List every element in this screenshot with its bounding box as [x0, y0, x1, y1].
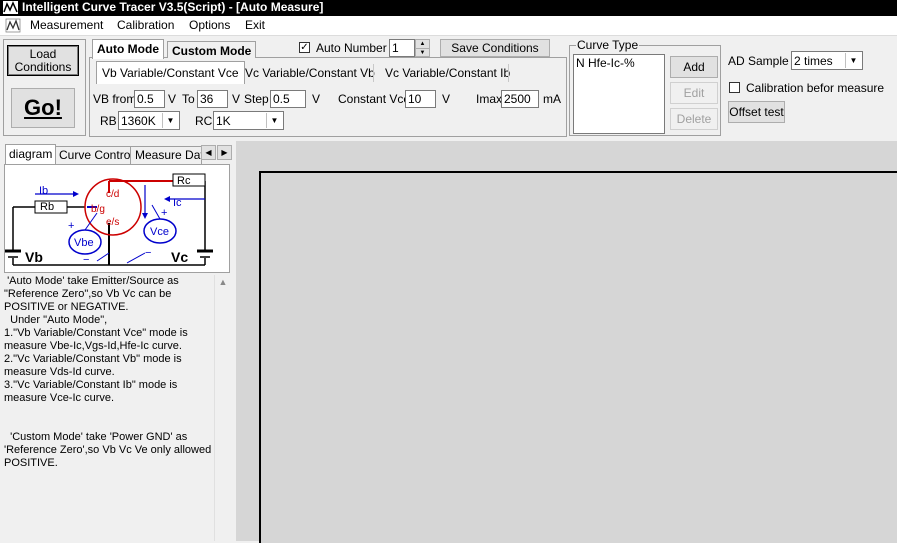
rc-label: RC [195, 114, 213, 128]
chevron-down-icon[interactable]: ▼ [845, 53, 861, 68]
mdi-child-icon[interactable] [5, 18, 21, 33]
auto-number-label: Auto Number [316, 41, 387, 55]
imax-unit: mA [543, 92, 561, 106]
tab-scroll-left-icon[interactable]: ◀ [201, 145, 216, 160]
calibration-checkbox[interactable] [729, 82, 740, 93]
auto-number-checkbox[interactable]: ✓ [299, 42, 310, 53]
tab-divider [373, 64, 374, 82]
diagram-bg-label: b/g [91, 204, 105, 215]
chevron-down-icon[interactable]: ▼ [162, 113, 178, 128]
menu-bar: Measurement Calibration Options Exit [0, 16, 897, 36]
diagram-minus-2: − [145, 247, 152, 259]
diagram-plus-2: + [161, 207, 168, 219]
rc-select[interactable]: 1K ▼ [213, 111, 284, 130]
constant-vce-label: Constant Vce [338, 92, 411, 106]
to-input[interactable]: 36 [197, 90, 228, 108]
auto-number-input[interactable]: 1 [389, 39, 415, 57]
window-title: Intelligent Curve Tracer V3.5(Script) - … [22, 0, 324, 14]
tab-scroll-right-icon[interactable]: ▶ [217, 145, 232, 160]
rc-value: 1K [216, 114, 231, 128]
step-input[interactable]: 0.5 [270, 90, 306, 108]
vb-from-unit: V [168, 92, 177, 106]
tab-diagram[interactable]: diagram [5, 144, 57, 164]
add-curve-button[interactable]: Add [670, 56, 718, 78]
tab-measure-data[interactable]: Measure Data [130, 146, 202, 164]
spin-down-icon[interactable]: ▼ [416, 49, 429, 57]
ad-sample-value: 2 times [794, 54, 833, 68]
load-conditions-button[interactable]: Load Conditions [7, 45, 79, 76]
tab-vc-variable-vb[interactable]: Vc Variable/Constant Vb [245, 66, 375, 80]
constant-vce-input[interactable]: 10 [405, 90, 436, 108]
rb-label: RB [100, 114, 117, 128]
tab-vc-variable-ib[interactable]: Vc Variable/Constant Ib [385, 66, 510, 80]
to-unit: V [232, 92, 241, 106]
imax-input[interactable]: 2500 [501, 90, 539, 108]
vb-from-label: VB from [93, 92, 137, 106]
rb-select[interactable]: 1360K ▼ [118, 111, 180, 130]
vb-from-input[interactable]: 0.5 [134, 90, 165, 108]
calibration-label: Calibration befor measure [746, 81, 885, 95]
offset-test-button[interactable]: Offset test [728, 101, 785, 123]
edit-curve-button[interactable]: Edit [670, 82, 718, 104]
imax-label: Imax [476, 92, 503, 106]
curve-type-label: Curve Type [576, 38, 640, 52]
menu-measurement[interactable]: Measurement [30, 18, 103, 33]
tab-curve-control[interactable]: Curve Control [54, 146, 139, 164]
tab-auto-mode[interactable]: Auto Mode [92, 39, 164, 59]
tab-custom-mode[interactable]: Custom Mode [167, 41, 257, 58]
menu-calibration[interactable]: Calibration [117, 18, 174, 33]
delete-curve-button[interactable]: Delete [670, 108, 718, 130]
spin-up-icon[interactable]: ▲ [416, 40, 429, 49]
title-bar: Intelligent Curve Tracer V3.5(Script) - … [0, 0, 897, 16]
step-unit: V [312, 92, 321, 106]
ad-sample-text: AD Sample [728, 54, 789, 68]
diagram-vce-label: Vce [150, 226, 169, 238]
diagram-rb-label: Rb [40, 201, 55, 213]
diagram-minus-1: − [83, 254, 90, 266]
constant-vce-unit: V [442, 92, 451, 106]
rb-value: 1360K [121, 114, 156, 128]
diagram-ib-label: Ib [39, 185, 49, 197]
diagram-ic-label: Ic [173, 197, 182, 209]
diagram-vb-label: Vb [25, 249, 43, 265]
go-button[interactable]: Go! [11, 88, 75, 128]
ad-sample-label: AD Sample [728, 54, 789, 68]
description-text: 'Auto Mode' take Emitter/Source as "Refe… [4, 275, 212, 469]
scroll-up-icon[interactable]: ▲ [215, 277, 231, 287]
ad-sample-select[interactable]: 2 times ▼ [791, 51, 863, 70]
diagram-cd-label: c/d [106, 189, 120, 200]
description-scrollbar[interactable]: ▲ [214, 275, 231, 541]
auto-number-spinner[interactable]: ▲ ▼ [415, 39, 430, 57]
curve-type-list[interactable]: N Hfe-Ic-% [573, 54, 665, 134]
save-conditions-button[interactable]: Save Conditions [440, 39, 550, 57]
tab-vb-variable[interactable]: Vb Variable/Constant Vce [96, 61, 245, 84]
curve-type-item[interactable]: N Hfe-Ic-% [576, 56, 635, 70]
menu-exit[interactable]: Exit [245, 18, 265, 33]
diagram-vbe-label: Vbe [74, 237, 94, 249]
step-label: Step [244, 92, 269, 106]
diagram-rc-label: Rc [177, 175, 191, 187]
diagram-panel: Rc Rb Ib Ic c/d b/g e/s Vbe Vce Vb Vc + … [4, 164, 230, 273]
chevron-down-icon[interactable]: ▼ [266, 113, 282, 128]
menu-options[interactable]: Options [189, 18, 230, 33]
diagram-es-label: e/s [106, 217, 120, 228]
to-label: To [182, 92, 195, 106]
diagram-vc-label: Vc [171, 249, 189, 265]
diagram-plus-1: + [68, 220, 75, 232]
app-icon [3, 1, 18, 14]
tab-divider [508, 64, 509, 82]
plot-area[interactable] [259, 171, 897, 543]
